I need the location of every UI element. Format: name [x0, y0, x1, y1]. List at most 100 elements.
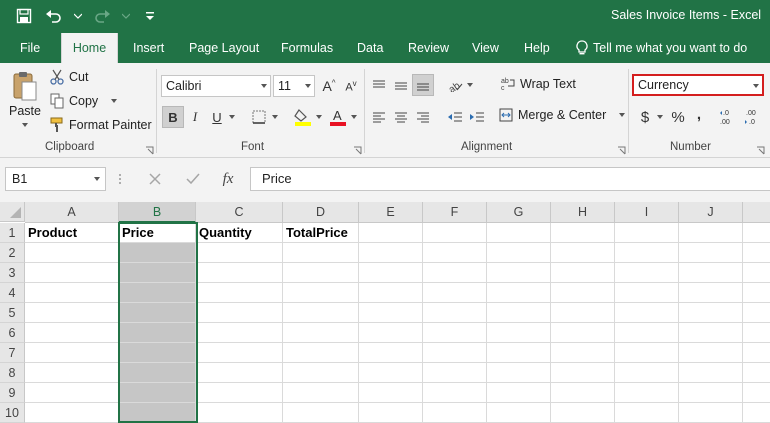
enter-check-icon[interactable]	[181, 169, 205, 189]
cell-c8[interactable]	[196, 363, 283, 383]
bottom-align-button[interactable]	[412, 74, 434, 96]
cell-h3[interactable]	[551, 263, 615, 283]
format-painter-button[interactable]: Format Painter	[50, 117, 152, 133]
borders-button[interactable]	[248, 106, 270, 128]
undo-dropdown-icon[interactable]	[74, 6, 82, 26]
cell-f8[interactable]	[423, 363, 487, 383]
cell-k9[interactable]	[743, 383, 770, 403]
align-right-button[interactable]	[412, 106, 434, 128]
cell-h8[interactable]	[551, 363, 615, 383]
top-align-button[interactable]	[368, 74, 390, 96]
cell-e8[interactable]	[359, 363, 423, 383]
column-header-i[interactable]: I	[615, 202, 679, 223]
cell-a2[interactable]	[25, 243, 119, 263]
cell-k1[interactable]	[743, 223, 770, 243]
cell-b3[interactable]	[119, 263, 196, 283]
cell-a5[interactable]	[25, 303, 119, 323]
cell-a8[interactable]	[25, 363, 119, 383]
cell-h2[interactable]	[551, 243, 615, 263]
cell-f9[interactable]	[423, 383, 487, 403]
cell-c7[interactable]	[196, 343, 283, 363]
cell-i10[interactable]	[615, 403, 679, 423]
cell-f4[interactable]	[423, 283, 487, 303]
increase-decimal-button[interactable]: .0.00	[717, 106, 739, 128]
cell-d1[interactable]: TotalPrice	[283, 223, 359, 243]
increase-indent-button[interactable]	[466, 106, 488, 128]
merge-center-button[interactable]: Merge & Center	[499, 108, 626, 122]
cell-a4[interactable]	[25, 283, 119, 303]
tab-help[interactable]: Help	[518, 33, 556, 63]
number-format-combo[interactable]: Currency	[632, 74, 764, 96]
accounting-dropdown-icon[interactable]	[657, 115, 663, 119]
clipboard-launcher-icon[interactable]	[145, 144, 154, 155]
cell-a6[interactable]	[25, 323, 119, 343]
cell-g7[interactable]	[487, 343, 551, 363]
row-header-9[interactable]: 9	[0, 383, 25, 403]
cell-j8[interactable]	[679, 363, 743, 383]
align-center-button[interactable]	[390, 106, 412, 128]
cell-k4[interactable]	[743, 283, 770, 303]
column-header-e[interactable]: E	[359, 202, 423, 223]
cell-j1[interactable]	[679, 223, 743, 243]
paste-button[interactable]: Paste	[9, 70, 41, 127]
cell-g1[interactable]	[487, 223, 551, 243]
underline-button[interactable]: U	[206, 106, 228, 128]
cell-k7[interactable]	[743, 343, 770, 363]
cell-k2[interactable]	[743, 243, 770, 263]
decrease-font-size-button[interactable]: Av	[340, 75, 362, 97]
tell-me-search[interactable]: Tell me what you want to do	[570, 33, 753, 63]
cell-d6[interactable]	[283, 323, 359, 343]
font-name-combo[interactable]: Calibri	[161, 75, 271, 97]
cell-k3[interactable]	[743, 263, 770, 283]
cell-b6[interactable]	[119, 323, 196, 343]
cell-d10[interactable]	[283, 403, 359, 423]
formula-input[interactable]: Price	[250, 167, 770, 191]
undo-icon[interactable]	[44, 6, 64, 26]
cell-k10[interactable]	[743, 403, 770, 423]
cell-i4[interactable]	[615, 283, 679, 303]
cell-g3[interactable]	[487, 263, 551, 283]
cell-j5[interactable]	[679, 303, 743, 323]
cell-f1[interactable]	[423, 223, 487, 243]
cell-c1[interactable]: Quantity	[196, 223, 283, 243]
cell-i3[interactable]	[615, 263, 679, 283]
wrap-text-button[interactable]: ab c Wrap Text	[501, 77, 576, 91]
increase-font-size-button[interactable]: A^	[318, 75, 340, 97]
row-header-1[interactable]: 1	[0, 223, 25, 243]
merge-center-dropdown-icon[interactable]	[619, 113, 626, 117]
decrease-indent-button[interactable]	[444, 106, 466, 128]
cell-h5[interactable]	[551, 303, 615, 323]
cell-f6[interactable]	[423, 323, 487, 343]
cell-i8[interactable]	[615, 363, 679, 383]
comma-style-button[interactable]: ,	[688, 103, 710, 125]
cell-d7[interactable]	[283, 343, 359, 363]
tab-formulas[interactable]: Formulas	[275, 33, 339, 63]
row-header-10[interactable]: 10	[0, 403, 25, 423]
column-header-b[interactable]: B	[119, 202, 196, 223]
font-color-dropdown-icon[interactable]	[351, 115, 357, 119]
cell-j3[interactable]	[679, 263, 743, 283]
cell-e3[interactable]	[359, 263, 423, 283]
number-launcher-icon[interactable]	[756, 144, 765, 155]
tab-insert[interactable]: Insert	[127, 33, 170, 63]
save-icon[interactable]	[14, 6, 34, 26]
cell-e4[interactable]	[359, 283, 423, 303]
fill-color-button[interactable]	[292, 106, 314, 128]
cell-k5[interactable]	[743, 303, 770, 323]
select-all-button[interactable]	[0, 202, 25, 222]
cell-b9[interactable]	[119, 383, 196, 403]
alignment-launcher-icon[interactable]	[617, 144, 626, 155]
cell-g5[interactable]	[487, 303, 551, 323]
cell-e5[interactable]	[359, 303, 423, 323]
column-header-j[interactable]: J	[679, 202, 743, 223]
cell-k6[interactable]	[743, 323, 770, 343]
redo-icon[interactable]	[92, 6, 112, 26]
column-header-g[interactable]: G	[487, 202, 551, 223]
cell-b10[interactable]	[119, 403, 196, 423]
row-header-5[interactable]: 5	[0, 303, 25, 323]
cell-h6[interactable]	[551, 323, 615, 343]
cell-c4[interactable]	[196, 283, 283, 303]
cell-f3[interactable]	[423, 263, 487, 283]
tab-page-layout[interactable]: Page Layout	[183, 33, 265, 63]
decrease-decimal-icon-button[interactable]: .00.0	[740, 106, 762, 128]
